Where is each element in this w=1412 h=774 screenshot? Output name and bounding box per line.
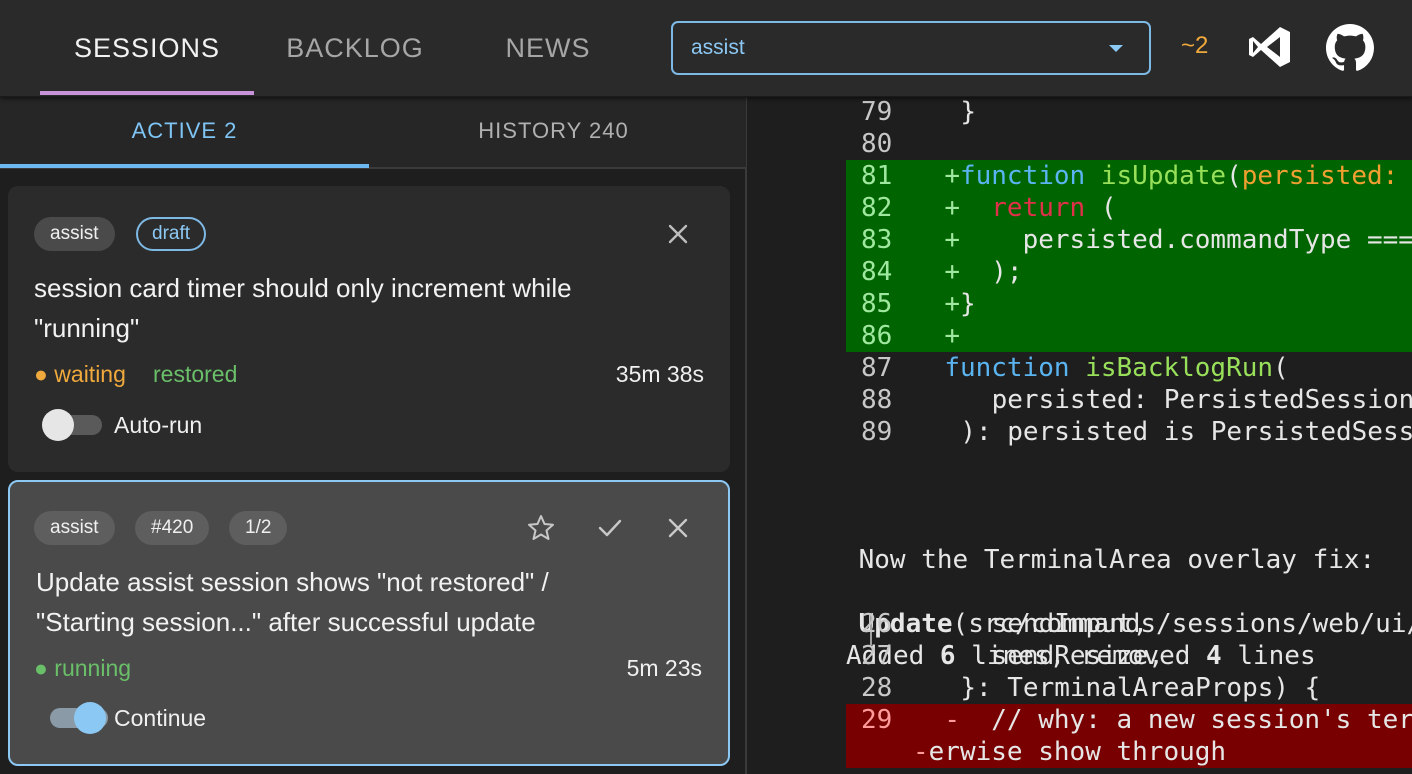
vscode-icon[interactable] [1247,24,1293,70]
tab-sessions[interactable]: SESSIONS [40,0,254,96]
code-text: function isBacklogRun( [944,353,1289,383]
github-icon[interactable] [1326,24,1374,72]
code-text: - // why: a new session's term [944,705,1412,735]
session-card[interactable]: assist draft session card timer should o… [8,186,730,472]
code-text: + [944,321,960,351]
project-select[interactable]: assist [671,21,1151,75]
issue-chip: #420 [135,511,210,545]
close-icon[interactable] [663,513,693,543]
message-text: Now the TerminalArea overlay fix: [858,545,1376,575]
code-text: ): persisted is PersistedSessi [960,417,1412,447]
diff-added-line: 85 +} [749,288,1412,320]
status-restored: restored [153,361,238,387]
sessions-pane: ACTIVE 2 HISTORY 240 assist draft sessio… [0,97,747,774]
pending-counter[interactable]: ~2 [1181,32,1208,60]
top-app-bar: SESSIONS BACKLOG NEWS assist ~2 [0,0,1412,97]
line-number: 29 [861,705,893,735]
session-card-selected[interactable]: assist #420 1/2 Update assist session sh… [8,480,730,766]
status-label: waiting [54,361,126,387]
line-number: 82 [861,193,893,223]
removed-count: 4 [1206,641,1222,671]
diff-added-line: 84 + ); [749,256,1412,288]
tab-history[interactable]: HISTORY 240 [369,97,738,165]
project-chip: assist [34,217,115,251]
session-title-line: Update assist session shows "not restore… [36,567,549,597]
session-title: Update assist session shows "not restore… [36,562,696,642]
line-number: 79 [861,97,893,127]
toggle-thumb [74,702,106,734]
diff-context-line: 28 }: TerminalAreaProps) { [749,672,1412,704]
status-label: running [54,655,132,681]
diff-added-line: 82 + return ( [749,192,1412,224]
session-title-line: "running" [34,313,140,343]
toggle-label: Continue [114,705,207,731]
assistant-message: Now the TerminalArea overlay fix: [749,480,1412,575]
diff-removed-line: -erwise show through [749,736,1412,768]
line-number: 88 [861,385,893,415]
line-number: 85 [861,289,893,319]
session-title-line: session card timer should only increment… [34,273,572,303]
star-icon[interactable] [526,513,556,543]
code-text: sendResize, [960,641,1164,671]
draft-chip: draft [136,217,207,251]
toggle-label: Auto-run [114,412,203,438]
status-running: ● running [34,655,132,681]
summary-part: lines [1221,641,1316,671]
code-text: sendInput, [960,609,1149,639]
line-number: 81 [861,161,893,191]
active-tab-indicator [40,91,254,95]
chevron-down-icon [1109,45,1123,52]
session-title: session card timer should only increment… [34,268,654,348]
added-count: 6 [939,641,956,671]
toggle-thumb [42,409,74,441]
code-text: } [960,97,976,127]
code-text: }: TerminalAreaProps) { [960,673,1321,703]
session-title-line: "Starting session..." after successful u… [36,607,536,637]
code-text: persisted: PersistedSession, [960,385,1412,415]
status-waiting: ● waiting [34,361,126,387]
terminal-output[interactable]: 79} 80 81 +function isUpdate(persisted: P 82… [749,97,1412,774]
tab-news[interactable]: NEWS [456,0,640,96]
code-text: + persisted.commandType === [944,225,1412,255]
line-number: 86 [861,321,893,351]
close-icon[interactable] [663,219,693,249]
session-subtabs: ACTIVE 2 HISTORY 240 [0,97,746,169]
line-number: 89 [861,417,893,447]
active-subtab-indicator [0,164,369,168]
progress-chip: 1/2 [229,511,288,545]
project-chip: assist [34,511,115,545]
code-text: -erwise show through [913,737,1227,767]
tab-backlog[interactable]: BACKLOG [254,0,456,96]
line-number: 26 [861,609,893,639]
tool-summary: Added 6 lines, removed 4 lines [749,576,1412,671]
code-text: + ); [944,257,1023,287]
code-text: +function isUpdate(persisted: P [944,161,1412,191]
diff-context-line: 88 persisted: PersistedSession, [749,384,1412,416]
code-text: + return ( [944,193,1117,223]
line-number: 83 [861,225,893,255]
line-number: 87 [861,353,893,383]
diff-context-line: 87 function isBacklogRun( [749,352,1412,384]
session-duration: 35m 38s [615,361,704,387]
line-number: 84 [861,257,893,287]
diff-added-line: 86 + [749,320,1412,352]
diff-context-line: 89 ): persisted is PersistedSessi [749,416,1412,448]
diff-context-line: 79} [749,97,1412,128]
session-duration: 5m 23s [626,655,702,681]
diff-added-line: 83 + persisted.commandType === [749,224,1412,256]
code-text: +} [944,289,976,319]
line-number: 27 [861,641,893,671]
project-select-value: assist [691,36,745,59]
tab-active[interactable]: ACTIVE 2 [0,97,369,165]
check-icon[interactable] [595,513,625,543]
diff-context-line: 80 [749,128,1412,160]
line-number: 28 [861,673,893,703]
diff-added-line: 81 +function isUpdate(persisted: P [749,160,1412,192]
diff-removed-line: 29 - // why: a new session's term [749,704,1412,736]
line-number: 80 [861,129,893,159]
